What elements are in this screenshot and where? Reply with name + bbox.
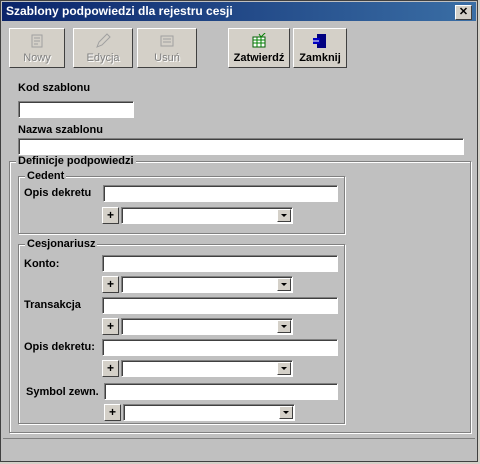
dialog-window: Szablony podpowiedzi dla rejestru cesji … [0, 0, 478, 462]
transakcja-input[interactable] [102, 297, 338, 314]
opis-dekretu-combo[interactable] [121, 360, 293, 377]
edit-button-label: Edycja [86, 52, 120, 64]
confirm-button-label: Zatwierdź [233, 52, 285, 64]
table-check-icon [252, 33, 266, 48]
chevron-down-icon[interactable] [279, 406, 293, 419]
delete-icon [160, 35, 174, 47]
close-dialog-button[interactable]: Zamknij [293, 28, 347, 68]
delete-button[interactable]: Usuń [137, 28, 197, 68]
cesjonariusz-legend: Cesjonariusz [25, 238, 98, 250]
exit-door-icon [313, 34, 326, 48]
chevron-down-icon[interactable] [277, 278, 291, 291]
transakcja-label: Transakcja [24, 299, 81, 311]
new-document-icon [31, 34, 43, 48]
cedent-opis-label: Opis dekretu [24, 187, 92, 199]
delete-button-label: Usuń [154, 52, 180, 64]
edit-button[interactable]: Edycja [73, 28, 133, 68]
kod-input[interactable] [18, 101, 134, 118]
opis-dekretu-input[interactable] [102, 339, 338, 356]
konto-combo[interactable] [121, 276, 293, 293]
cedent-combo[interactable] [121, 207, 293, 224]
chevron-down-icon[interactable] [277, 209, 291, 222]
opis-dekretu-plus-button[interactable]: + [102, 360, 119, 377]
definicje-legend: Definicje podpowiedzi [16, 155, 136, 167]
new-button-label: Nowy [23, 52, 51, 64]
cedent-legend: Cedent [25, 170, 67, 182]
kod-label: Kod szablonu [18, 82, 91, 94]
konto-label: Konto: [24, 258, 60, 270]
pencil-icon [96, 33, 111, 48]
status-bar [3, 438, 475, 459]
title-bar[interactable]: Szablony podpowiedzi dla rejestru cesji … [2, 2, 476, 21]
close-dialog-button-label: Zamknij [299, 52, 341, 64]
symbol-zewn-plus-button[interactable]: + [104, 404, 121, 421]
cedent-plus-button[interactable]: + [102, 207, 119, 224]
symbol-zewn-input[interactable] [104, 383, 338, 400]
konto-input[interactable] [102, 255, 338, 272]
nazwa-input[interactable] [18, 138, 464, 155]
transakcja-plus-button[interactable]: + [102, 318, 119, 335]
chevron-down-icon[interactable] [277, 320, 291, 333]
confirm-button[interactable]: Zatwierdź [228, 28, 290, 68]
konto-plus-button[interactable]: + [102, 276, 119, 293]
close-button[interactable]: ✕ [455, 5, 472, 20]
symbol-zewn-label: Symbol zewn. [26, 386, 99, 398]
chevron-down-icon[interactable] [277, 362, 291, 375]
opis-dekretu-label: Opis dekretu: [24, 341, 95, 353]
cedent-opis-input[interactable] [103, 185, 338, 202]
window-title: Szablony podpowiedzi dla rejestru cesji [6, 4, 233, 18]
nazwa-label: Nazwa szablonu [18, 124, 103, 136]
transakcja-combo[interactable] [121, 318, 293, 335]
new-button[interactable]: Nowy [9, 28, 65, 68]
symbol-zewn-combo[interactable] [123, 404, 295, 421]
